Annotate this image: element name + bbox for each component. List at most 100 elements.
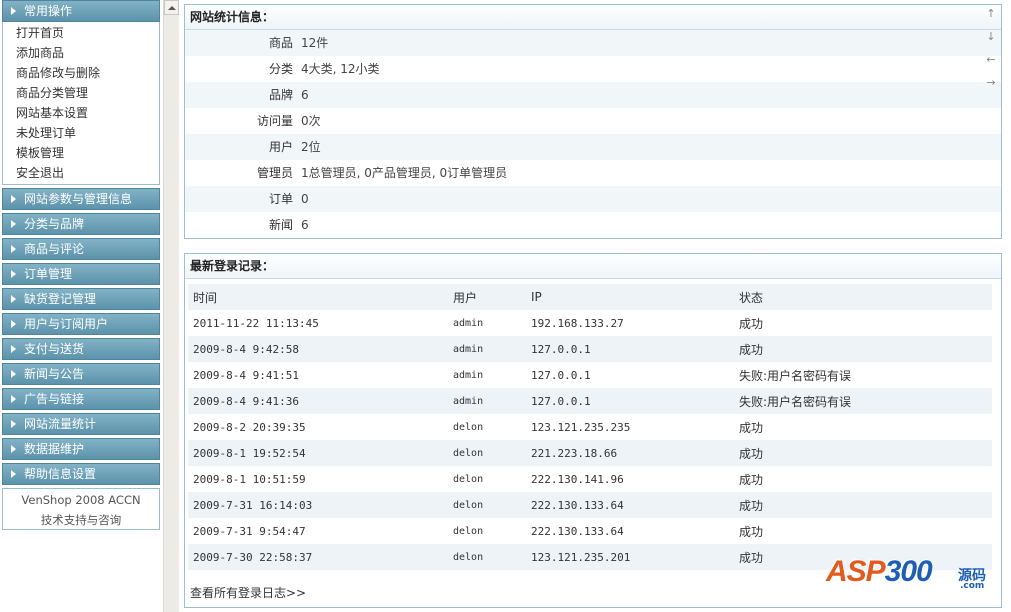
login-log-table: 时间 用户 IP 状态 2011-11-22 11:13:45 admin 192.… [188,284,992,570]
submenu-item-add-product[interactable]: 添加商品 [16,43,159,63]
column-header-status: 状态 [739,290,764,305]
scroll-up-button[interactable] [164,0,179,15]
arrow-down-icon[interactable]: ↓ [985,30,997,53]
asp300-watermark-logo: ASP300 源码 .com [826,545,996,595]
arrow-up-icon [167,5,176,10]
menu-section-label: 分类与品牌 [24,217,85,231]
cell-time: 2009-7-31 16:14:03 [193,498,313,512]
arrow-left-icon[interactable]: ← [985,53,997,76]
submenu-item-templates[interactable]: 模板管理 [16,143,159,163]
cell-ip: 127.0.0.1 [531,394,591,408]
menu-section-label: 支付与送货 [24,342,85,356]
scrollbar[interactable] [163,0,179,612]
stat-row: 访问量 0次 [185,108,1001,134]
table-row: 2009-8-4 9:41:51 admin 127.0.0.1 失败:用户名密码有误 [188,362,992,388]
cell-user: delon [453,525,484,537]
menu-section-0[interactable]: 网站参数与管理信息 [2,188,160,210]
product-version: VenShop 2008 ACCN [21,493,141,507]
login-log-title: 最新登录记录： [185,254,1001,279]
cell-ip: 123.121.235.201 [531,550,631,564]
caret-right-icon [11,245,16,253]
cell-user: admin [453,317,484,329]
table-row: 2009-7-31 9:54:47 delon 222.130.133.64 成功 [188,518,992,544]
menu-section-2[interactable]: 商品与评论 [2,238,160,260]
caret-right-icon [11,345,16,353]
submenu-item-pending-orders[interactable]: 未处理订单 [16,123,159,143]
menu-section-8[interactable]: 广告与链接 [2,388,160,410]
menu-section-4[interactable]: 缺货登记管理 [2,288,160,310]
watermark-logo-part: 300 [884,555,933,588]
cell-ip: 192.168.133.27 [531,316,624,330]
table-row: 2009-8-4 9:41:36 admin 127.0.0.1 失败:用户名密码有误 [188,388,992,414]
caret-right-icon [11,220,16,228]
menu-section-9[interactable]: 网站流量统计 [2,413,160,435]
stat-row: 品牌 6 [185,82,1001,108]
stat-label: 用户 [268,140,293,154]
stat-value: 12件 [301,36,329,50]
menu-section-11[interactable]: 帮助信息设置 [2,463,160,485]
submenu-item-open-home[interactable]: 打开首页 [16,23,159,43]
submenu-common-operations: 打开首页 添加商品 商品修改与删除 商品分类管理 网站基本设置 未处理订单 模板… [2,22,160,185]
table-header-row: 时间 用户 IP 状态 [188,284,992,310]
stat-value: 6 [301,218,309,232]
cell-time: 2009-8-1 19:52:54 [193,446,306,460]
table-row: 2009-8-1 10:51:59 delon 222.130.141.96 成功 [188,466,992,492]
caret-right-icon [11,320,16,328]
stat-row: 分类 4大类, 12小类 [185,56,1001,82]
cell-user: delon [453,473,484,485]
menu-section-7[interactable]: 新闻与公告 [2,363,160,385]
menu-section-10[interactable]: 数据据维护 [2,438,160,460]
stat-label: 商品 [268,36,293,50]
submenu-item-logout[interactable]: 安全退出 [16,163,159,183]
menu-footer: VenShop 2008 ACCN 技术支持与咨询 [2,488,160,530]
caret-right-icon [11,7,16,15]
stat-value: 1总管理员, 0产品管理员, 0订单管理员 [301,166,508,180]
caret-right-icon [11,270,16,278]
stat-value: 0 [301,192,309,206]
menu-section-label: 用户与订阅用户 [24,317,109,331]
submenu-item-category-manage[interactable]: 商品分类管理 [16,83,159,103]
menu-section-common-operations[interactable]: 常用操作 [2,0,160,22]
watermark-logo-domain: .com [960,581,985,591]
menu-section-label: 常用操作 [24,4,73,18]
submenu-item-edit-product[interactable]: 商品修改与删除 [16,63,159,83]
menu-section-label: 网站参数与管理信息 [24,192,133,206]
caret-right-icon [11,470,16,478]
watermark-logo-part: ASP [826,555,886,588]
caret-right-icon [11,195,16,203]
arrow-right-icon[interactable]: → [985,76,997,99]
column-header-ip: IP [531,290,542,304]
cell-user: admin [453,395,484,407]
cell-status: 成功 [739,316,764,331]
stat-row: 订单 0 [185,186,1001,212]
cell-time: 2009-8-4 9:42:58 [193,342,299,356]
cell-user: delon [453,499,484,511]
menu-section-label: 广告与链接 [24,392,85,406]
cell-ip: 222.130.133.64 [531,498,624,512]
arrow-up-icon[interactable]: ↑ [985,7,997,30]
table-row: 2009-8-4 9:42:58 admin 127.0.0.1 成功 [188,336,992,362]
caret-right-icon [11,395,16,403]
view-all-logs-link[interactable]: 查看所有登录日志>> [190,584,306,601]
cell-status: 失败:用户名密码有误 [739,394,852,409]
submenu-item-site-settings[interactable]: 网站基本设置 [16,103,159,123]
menu-section-1[interactable]: 分类与品牌 [2,213,160,235]
menu-section-label: 网站流量统计 [24,417,97,431]
support-link[interactable]: 技术支持与咨询 [3,510,159,530]
cell-time: 2009-8-4 9:41:36 [193,394,299,408]
stat-label: 新闻 [268,218,293,232]
column-header-user: 用户 [453,290,478,305]
cell-status: 失败:用户名密码有误 [739,368,852,383]
menu-section-6[interactable]: 支付与送货 [2,338,160,360]
stat-row: 商品 12件 [185,30,1001,56]
menu-section-5[interactable]: 用户与订阅用户 [2,313,160,335]
table-row: 2011-11-22 11:13:45 admin 192.168.133.27 成功 [188,310,992,336]
column-header-time: 时间 [193,290,218,305]
menu-section-label: 新闻与公告 [24,367,85,381]
cell-status: 成功 [739,446,764,461]
cell-ip: 222.130.141.96 [531,472,624,486]
cell-status: 成功 [739,524,764,539]
cell-ip: 127.0.0.1 [531,342,591,356]
menu-section-3[interactable]: 订单管理 [2,263,160,285]
stat-value: 4大类, 12小类 [301,62,380,76]
